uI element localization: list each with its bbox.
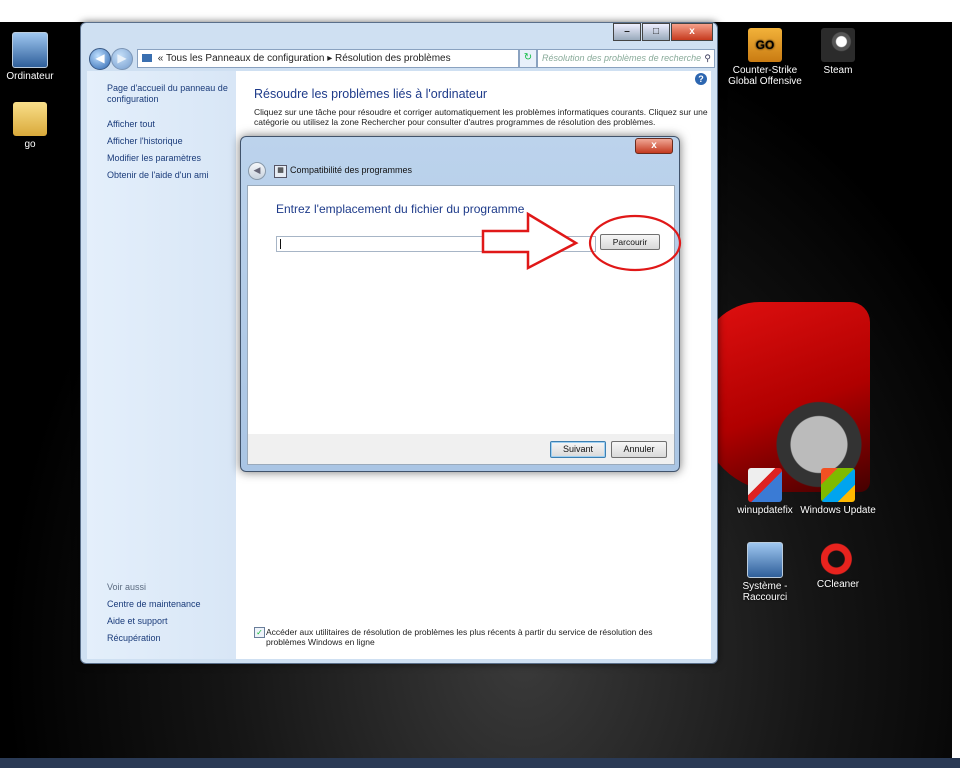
ccleaner-icon bbox=[821, 542, 855, 576]
dialog-close-button[interactable]: x bbox=[635, 138, 673, 154]
page-title: Résoudre les problèmes liés à l'ordinate… bbox=[254, 87, 488, 101]
minimize-button[interactable]: – bbox=[613, 23, 641, 41]
nav-get-help-friend[interactable]: Obtenir de l'aide d'un ami bbox=[107, 170, 209, 181]
desktop-icon-label: go bbox=[24, 139, 36, 150]
program-compatibility-icon: ▦ bbox=[274, 165, 287, 178]
dialog-question: Entrez l'emplacement du fichier du progr… bbox=[276, 202, 525, 216]
help-icon[interactable]: ? bbox=[695, 73, 707, 85]
see-also-heading: Voir aussi bbox=[107, 582, 147, 592]
dialog-body: Entrez l'emplacement du fichier du progr… bbox=[247, 185, 675, 435]
close-button[interactable]: x bbox=[671, 23, 713, 41]
folder-icon bbox=[13, 102, 47, 136]
computer-icon bbox=[12, 32, 48, 68]
desktop-icon-steam[interactable]: Steam bbox=[798, 28, 878, 76]
csgo-badge: GO bbox=[755, 38, 775, 52]
steam-icon bbox=[821, 28, 855, 62]
nav-help-support[interactable]: Aide et support bbox=[107, 616, 168, 627]
desktop-icon-system[interactable]: Système - Raccourci bbox=[725, 542, 805, 603]
online-troubleshooters-label: Accéder aux utilitaires de résolution de… bbox=[266, 627, 653, 647]
taskbar[interactable] bbox=[0, 758, 960, 768]
back-arrow-icon[interactable]: ◀ bbox=[89, 48, 111, 70]
nav-control-panel-home[interactable]: Page d'accueil du panneau de configurati… bbox=[107, 83, 231, 105]
address-bar: ◀ ▶ « Tous les Panneaux de configuration… bbox=[87, 47, 715, 70]
window-controls: – □ x bbox=[612, 23, 713, 41]
desktop-icon-label: Counter-Strike Global Offensive bbox=[728, 65, 802, 87]
next-button[interactable]: Suivant bbox=[550, 441, 606, 458]
tools-icon bbox=[748, 468, 782, 502]
refresh-icon[interactable]: ↻ bbox=[519, 49, 537, 68]
windows-update-icon bbox=[821, 468, 855, 502]
nav-recovery[interactable]: Récupération bbox=[107, 633, 161, 644]
program-compatibility-dialog: x ◀ ▦ Compatibilité des programmes Entre… bbox=[240, 136, 680, 472]
folder-icon bbox=[142, 54, 152, 63]
dialog-footer: Suivant Annuler bbox=[247, 434, 675, 465]
nav-show-all[interactable]: Afficher tout bbox=[107, 119, 155, 130]
desktop-icon-label: Système - Raccourci bbox=[742, 581, 788, 603]
desktop-icon-winupdatefix[interactable]: winupdatefix bbox=[725, 468, 805, 516]
nav-history[interactable]: Afficher l'historique bbox=[107, 136, 183, 147]
desktop-icon-computer[interactable]: Ordinateur bbox=[0, 32, 70, 82]
breadcrumb-all-control-panel[interactable]: Tous les Panneaux de configuration bbox=[166, 53, 324, 64]
browse-button[interactable]: Parcourir bbox=[600, 234, 660, 250]
online-troubleshooters-checkbox[interactable]: ✓ bbox=[254, 627, 265, 638]
nav-action-center[interactable]: Centre de maintenance bbox=[107, 599, 201, 610]
left-navigation-pane: Page d'accueil du panneau de configurati… bbox=[87, 71, 236, 659]
desktop-icon-label: winupdatefix bbox=[737, 505, 793, 516]
desktop-icon-ccleaner[interactable]: CCleaner bbox=[798, 542, 878, 590]
online-troubleshooters-option[interactable]: ✓ Accéder aux utilitaires de résolution … bbox=[254, 627, 694, 647]
desktop-icon-label: Windows Update bbox=[800, 505, 876, 516]
page-description: Cliquez sur une tâche pour résoudre et c… bbox=[254, 107, 708, 127]
wallpaper-car bbox=[700, 302, 870, 492]
search-icon[interactable]: ⚲ bbox=[704, 50, 711, 67]
desktop-icon-csgo[interactable]: GO Counter-Strike Global Offensive bbox=[725, 28, 805, 87]
text-caret bbox=[280, 239, 281, 249]
dialog-back-arrow-icon[interactable]: ◀ bbox=[248, 162, 266, 180]
desktop-icon-label: Ordinateur bbox=[6, 71, 54, 82]
nav-change-settings[interactable]: Modifier les paramètres bbox=[107, 153, 201, 164]
desktop-icon-label: CCleaner bbox=[816, 579, 860, 590]
csgo-icon: GO bbox=[748, 28, 782, 62]
dialog-header: ◀ ▦ Compatibilité des programmes bbox=[247, 161, 673, 183]
breadcrumb-separator[interactable]: ▸ bbox=[327, 53, 332, 64]
forward-arrow-icon[interactable]: ▶ bbox=[111, 48, 133, 70]
search-placeholder: Résolution des problèmes de recherche bbox=[542, 53, 702, 63]
desktop-icon-label: Steam bbox=[823, 65, 853, 76]
maximize-button[interactable]: □ bbox=[642, 23, 670, 41]
program-location-input[interactable] bbox=[276, 236, 596, 252]
cancel-button[interactable]: Annuler bbox=[611, 441, 667, 458]
desktop-icon-windows-update[interactable]: Windows Update bbox=[798, 468, 878, 516]
desktop-icon-go[interactable]: go bbox=[0, 102, 70, 150]
breadcrumb-overflow[interactable]: « bbox=[158, 53, 164, 64]
breadcrumb-troubleshooting[interactable]: Résolution des problèmes bbox=[335, 53, 451, 64]
search-input[interactable]: Résolution des problèmes de recherche ⚲ bbox=[537, 49, 715, 68]
dialog-title: Compatibilité des programmes bbox=[290, 165, 413, 175]
breadcrumb[interactable]: « Tous les Panneaux de configuration ▸ R… bbox=[137, 49, 519, 68]
system-icon bbox=[747, 542, 783, 578]
